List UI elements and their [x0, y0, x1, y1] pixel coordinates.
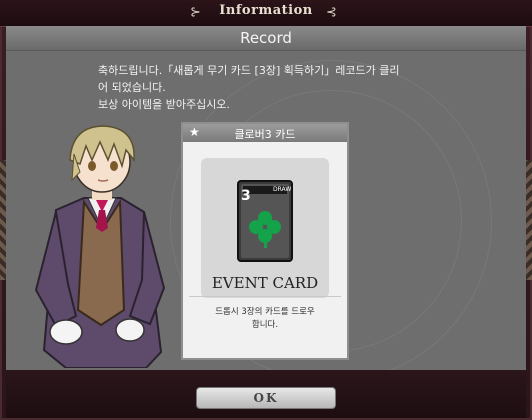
event-card: ★ 클로버3 카드 3 DRAW EVENT CARD 드롭시 3장의 카드를 … — [181, 122, 349, 360]
card-draw-label: DRAW — [273, 186, 292, 193]
message-line-3: 보상 아이템을 받아주십시오. — [98, 98, 230, 111]
window-title: Information — [219, 3, 313, 18]
ornament-right-icon: ⊰ — [326, 5, 337, 20]
record-header: Record — [6, 26, 526, 51]
character-portrait — [34, 125, 166, 368]
card-desc-line-2: 합니다. — [251, 320, 279, 330]
card-desc-line-1: 드롭시 3장의 카드를 드로우 — [215, 307, 315, 317]
card-name: 클로버3 카드 — [234, 128, 296, 141]
card-number: 3 — [241, 188, 251, 204]
card-description: 드롭시 3장의 카드를 드로우 합니다. — [187, 306, 343, 332]
card-title: EVENT CARD — [211, 274, 319, 292]
reward-message: 축하드립니다.「새롭게 무기 카드 [3장] 획득하기」레코드가 클리 어 되었… — [98, 62, 478, 113]
title-bar: ⊱ Information ⊰ — [0, 0, 532, 27]
message-line-2: 어 되었습니다. — [98, 81, 166, 94]
card-header: ★ 클로버3 카드 — [183, 124, 347, 142]
ok-button[interactable]: OK — [196, 387, 336, 409]
record-title: Record — [240, 29, 292, 47]
ok-button-label: OK — [253, 391, 279, 405]
message-line-1: 축하드립니다.「새롭게 무기 카드 [3장] 획득하기」레코드가 클리 — [98, 64, 400, 77]
